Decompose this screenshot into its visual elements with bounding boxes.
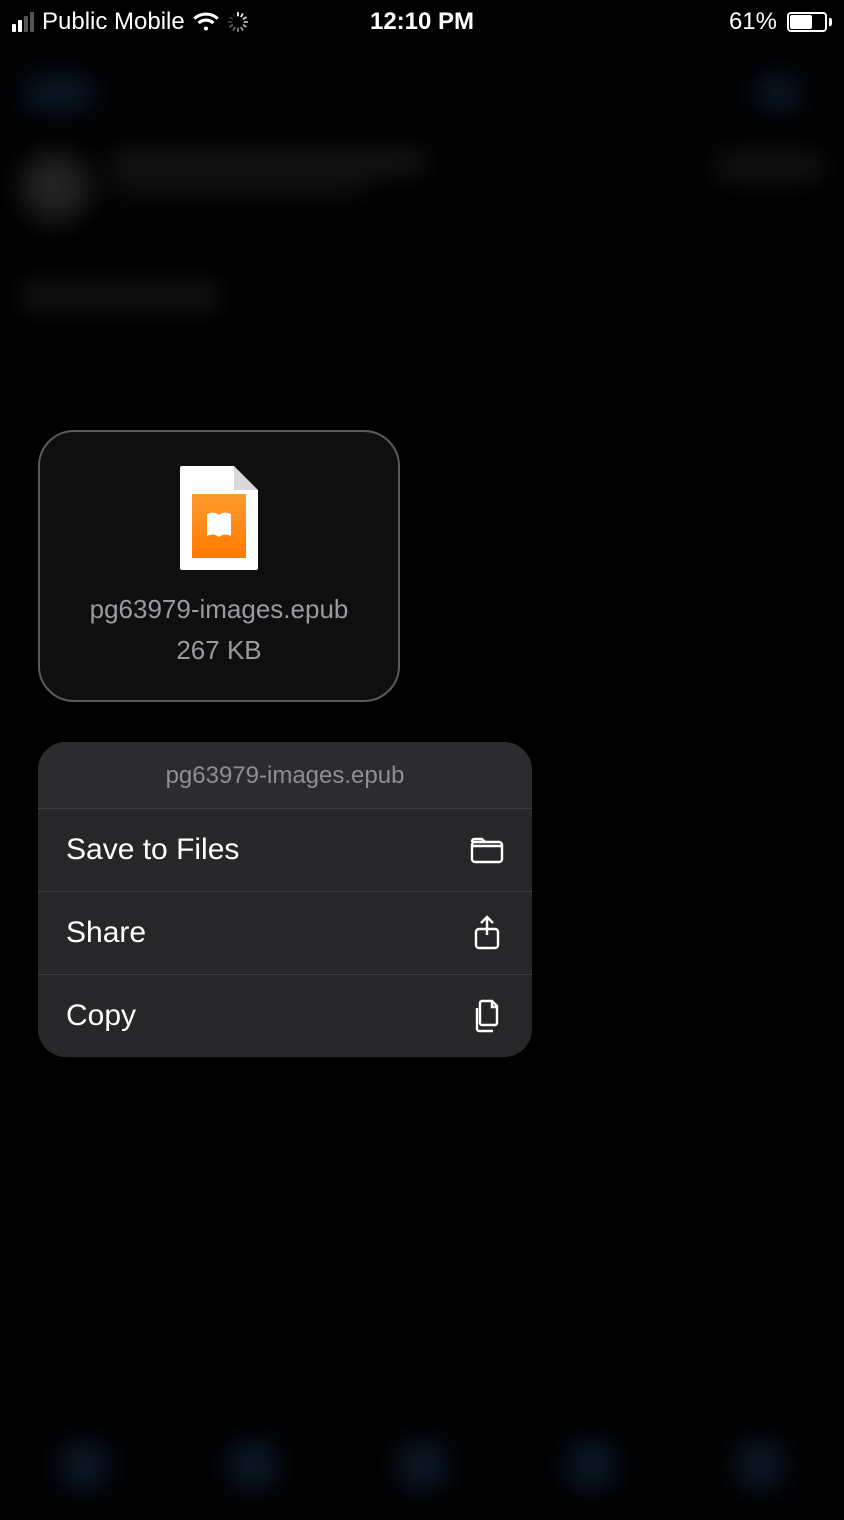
clock: 12:10 PM [370, 8, 474, 36]
wifi-icon [193, 12, 219, 32]
menu-item-label: Copy [66, 999, 136, 1033]
context-menu: pg63979-images.epub Save to Files Share … [38, 742, 532, 1057]
file-name: pg63979-images.epub [90, 594, 349, 625]
menu-copy[interactable]: Copy [38, 974, 532, 1057]
loading-spinner-icon [227, 11, 249, 33]
carrier-label: Public Mobile [42, 8, 185, 36]
menu-item-label: Share [66, 916, 146, 950]
menu-share[interactable]: Share [38, 891, 532, 974]
file-size: 267 KB [176, 635, 261, 666]
context-menu-header: pg63979-images.epub [38, 742, 532, 808]
epub-file-icon [180, 466, 258, 570]
status-bar: Public Mobile 12:10 PM 61% [0, 0, 844, 44]
menu-item-label: Save to Files [66, 833, 239, 867]
menu-save-to-files[interactable]: Save to Files [38, 808, 532, 891]
copy-icon [470, 1001, 504, 1031]
cell-signal-icon [12, 12, 34, 32]
battery-icon [783, 12, 832, 32]
battery-percent: 61% [729, 8, 777, 36]
folder-icon [470, 835, 504, 865]
share-icon [470, 918, 504, 948]
file-preview-card[interactable]: pg63979-images.epub 267 KB [38, 430, 400, 702]
